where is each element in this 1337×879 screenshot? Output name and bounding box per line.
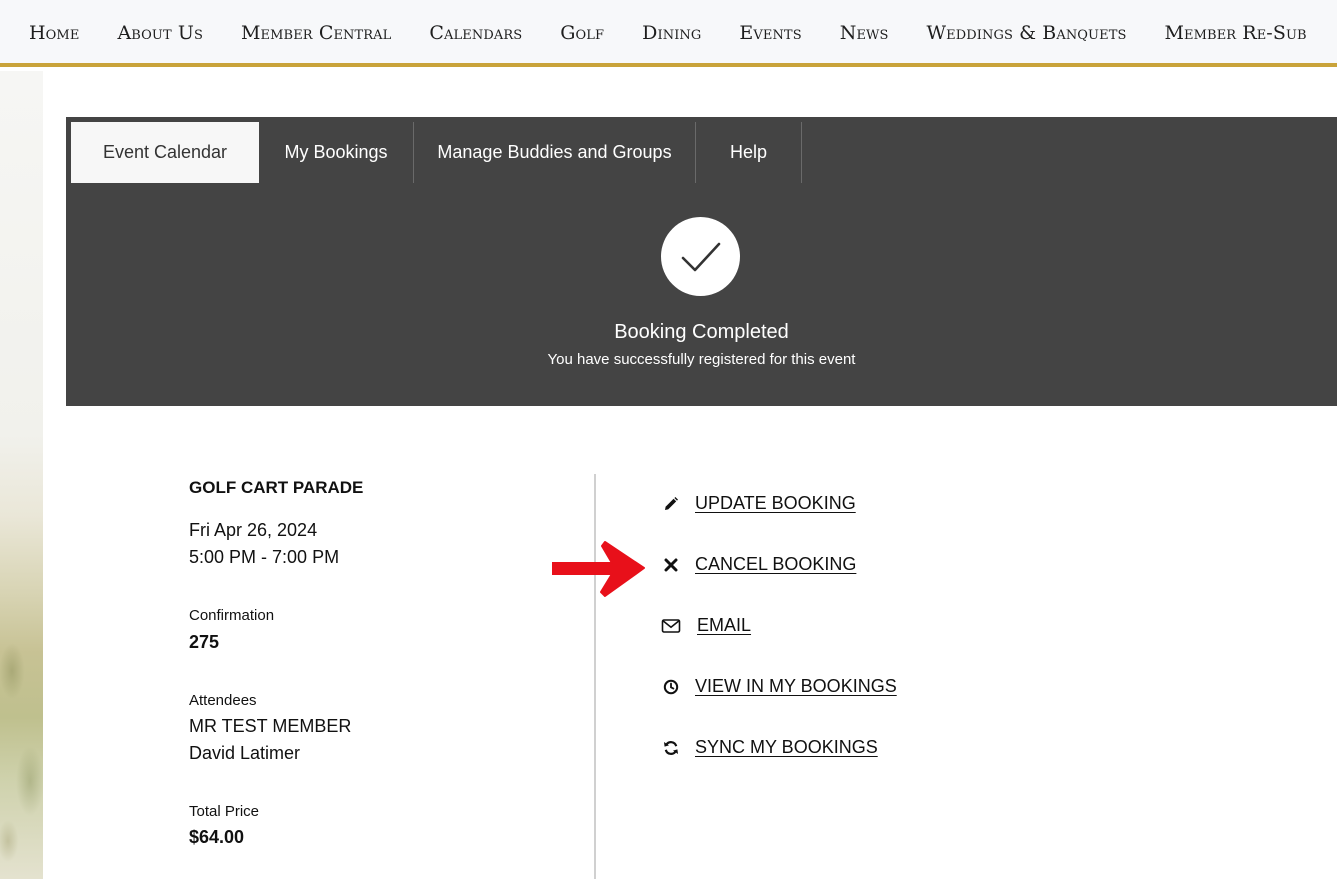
nav-item-about-us[interactable]: About Us xyxy=(117,8,203,55)
booking-tabs: Event Calendar My Bookings Manage Buddie… xyxy=(71,122,802,183)
nav-item-dining[interactable]: Dining xyxy=(642,8,701,55)
nav-item-home[interactable]: Home xyxy=(29,8,79,55)
attendee-name: MR TEST MEMBER xyxy=(189,716,352,736)
nav-item-member-central[interactable]: Member Central xyxy=(241,8,391,55)
background-image-strip xyxy=(0,71,43,879)
attendee-name: David Latimer xyxy=(189,743,301,763)
confirmation-number: 275 xyxy=(189,632,220,652)
email-link[interactable]: EMAIL xyxy=(661,615,751,636)
red-arrow-icon xyxy=(552,541,645,597)
nav-item-weddings-banquets[interactable]: Weddings & Banquets xyxy=(927,8,1127,55)
top-navigation: Home About Us Member Central Calendars G… xyxy=(0,0,1337,67)
nav-item-events[interactable]: Events xyxy=(739,8,801,55)
checkmark-icon xyxy=(661,217,740,296)
event-time: 5:00 PM - 7:00 PM xyxy=(189,547,340,567)
tab-manage-buddies-groups[interactable]: Manage Buddies and Groups xyxy=(414,122,696,183)
cancel-booking-link[interactable]: CANCEL BOOKING xyxy=(661,554,856,575)
pencil-icon xyxy=(661,494,681,514)
attendees-label: Attendees xyxy=(189,692,257,709)
clock-icon xyxy=(661,677,681,697)
event-date: Fri Apr 26, 2024 xyxy=(189,520,318,540)
status-title: Booking Completed xyxy=(614,321,789,343)
envelope-icon xyxy=(661,616,681,636)
tab-event-calendar[interactable]: Event Calendar xyxy=(71,122,259,183)
total-price-label: Total Price xyxy=(189,803,260,820)
event-name: GOLF CART PARADE xyxy=(189,478,364,497)
cancel-booking-label: CANCEL BOOKING xyxy=(695,554,857,574)
refresh-icon xyxy=(661,738,681,758)
nav-item-golf[interactable]: Golf xyxy=(560,8,604,55)
update-booking-label: UPDATE BOOKING xyxy=(695,493,856,513)
nav-item-news[interactable]: News xyxy=(840,8,889,55)
email-label: EMAIL xyxy=(697,615,752,635)
sync-my-bookings-link[interactable]: SYNC MY BOOKINGS xyxy=(661,737,878,758)
status-subtitle: You have successfully registered for thi… xyxy=(547,351,856,368)
total-price-value: $64.00 xyxy=(189,827,245,847)
confirmation-label: Confirmation xyxy=(189,607,275,624)
nav-item-member-resub[interactable]: Member Re-Sub xyxy=(1164,8,1306,55)
booking-status-panel: Event Calendar My Bookings Manage Buddie… xyxy=(66,117,1337,406)
sync-my-bookings-label: SYNC MY BOOKINGS xyxy=(695,737,878,757)
nav-item-calendars[interactable]: Calendars xyxy=(429,8,522,55)
tab-help[interactable]: Help xyxy=(696,122,802,183)
view-in-my-bookings-label: VIEW IN MY BOOKINGS xyxy=(695,676,897,696)
vertical-divider xyxy=(594,474,596,879)
tab-my-bookings[interactable]: My Bookings xyxy=(259,122,414,183)
x-icon xyxy=(661,555,681,575)
top-nav-list: Home About Us Member Central Calendars G… xyxy=(0,0,1337,63)
update-booking-link[interactable]: UPDATE BOOKING xyxy=(661,493,856,514)
view-in-my-bookings-link[interactable]: VIEW IN MY BOOKINGS xyxy=(661,676,897,697)
